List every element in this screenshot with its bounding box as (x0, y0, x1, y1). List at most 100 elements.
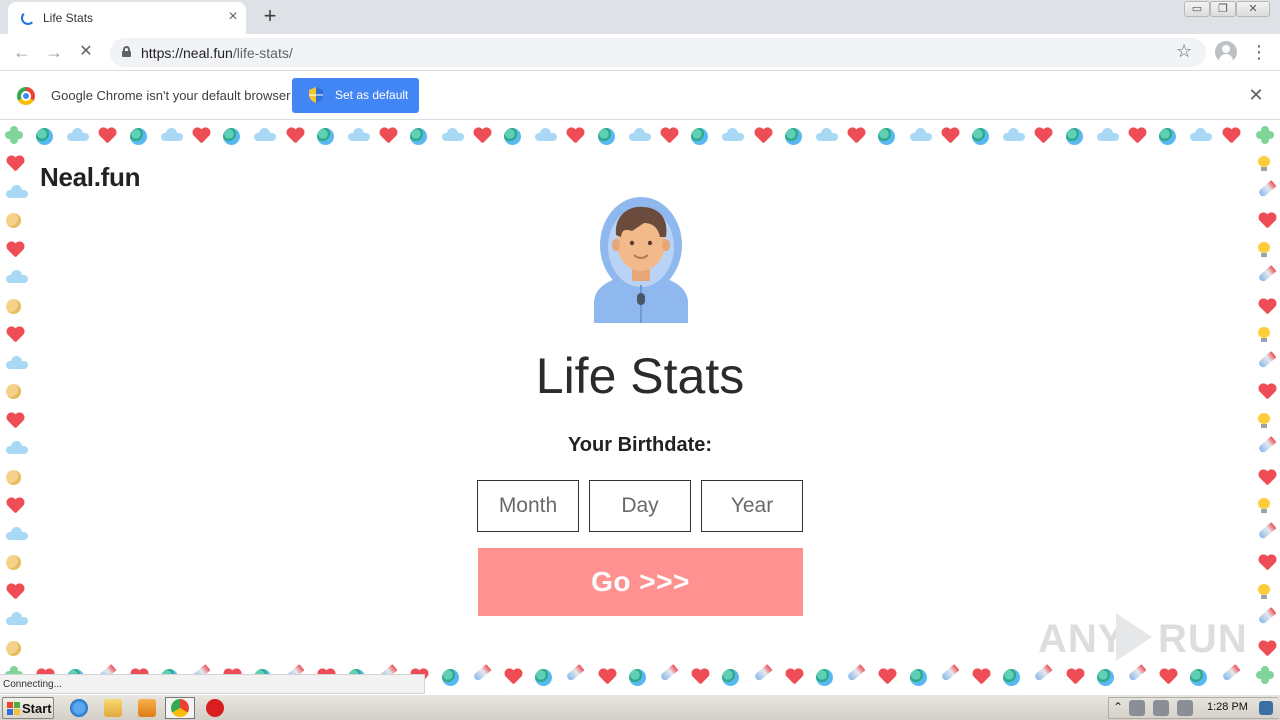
day-input[interactable] (589, 480, 691, 532)
globe-icon (691, 128, 708, 145)
globe-icon (878, 128, 895, 145)
clover-icon (5, 126, 23, 144)
cloud-icon (442, 128, 464, 141)
restore-icon: ❐ (1218, 3, 1228, 15)
globe-icon (1066, 128, 1083, 145)
heart-icon (6, 413, 24, 429)
moon-icon (6, 641, 21, 656)
rocket-icon (472, 664, 492, 682)
heart-icon (1222, 128, 1240, 144)
window-close-button[interactable]: ✕ (1236, 1, 1270, 17)
moon-icon (6, 555, 21, 570)
show-desktop-icon[interactable] (1259, 701, 1273, 715)
cloud-icon (722, 128, 744, 141)
restore-button[interactable]: ❐ (1210, 1, 1236, 17)
year-input[interactable] (701, 480, 803, 532)
lightbulb-icon (1258, 156, 1270, 172)
cloud-icon (161, 128, 183, 141)
tab-title: Life Stats (43, 11, 94, 25)
heart-icon (566, 128, 584, 144)
profile-avatar-icon[interactable] (1215, 41, 1237, 63)
minimize-button[interactable]: ▭ (1184, 1, 1210, 17)
globe-icon (722, 669, 739, 686)
stop-loading-button[interactable]: ✕ (74, 40, 98, 64)
cloud-icon (6, 185, 28, 198)
heart-icon (785, 669, 803, 685)
globe-icon (442, 669, 459, 686)
internet-explorer-icon[interactable] (70, 699, 88, 717)
default-browser-infobar: Google Chrome isn't your default browser… (0, 72, 1280, 120)
rocket-icon (846, 664, 866, 682)
forward-button[interactable]: → (42, 40, 66, 64)
back-button[interactable]: ← (10, 40, 34, 64)
action-center-flag-icon[interactable] (1177, 700, 1193, 716)
heart-icon (1128, 128, 1146, 144)
tray-expand-icon[interactable]: ⌃ (1113, 700, 1123, 714)
heart-icon (1066, 669, 1084, 685)
network-icon[interactable] (1129, 700, 1145, 716)
opera-icon[interactable] (206, 699, 224, 717)
cloud-icon (629, 128, 651, 141)
cloud-icon (1190, 128, 1212, 141)
lightbulb-icon (1258, 327, 1270, 343)
tab-life-stats[interactable]: Life Stats × (8, 2, 246, 34)
cloud-icon (348, 128, 370, 141)
web-page: Neal.fun Life Stats Your Birthdate: Go >… (0, 121, 1280, 694)
infobar-close-icon[interactable]: ✕ (1246, 85, 1266, 105)
url-text[interactable]: https://neal.fun/life-stats/ (141, 45, 293, 61)
cloud-icon (535, 128, 557, 141)
rocket-icon (659, 664, 679, 682)
moon-icon (6, 470, 21, 485)
browser-menu-icon[interactable]: ⋮ (1250, 41, 1268, 63)
globe-icon (910, 669, 927, 686)
heart-icon (379, 128, 397, 144)
taskbar-chrome-button[interactable] (165, 697, 195, 719)
media-player-icon[interactable] (138, 699, 156, 717)
cloud-icon (6, 612, 28, 625)
uac-shield-icon (309, 87, 323, 103)
globe-icon (36, 128, 53, 145)
taskbar-clock: 1:28 PM (1207, 701, 1248, 713)
close-icon: ✕ (1248, 3, 1258, 15)
go-button[interactable]: Go >>> (478, 548, 803, 616)
globe-icon (1190, 669, 1207, 686)
heart-icon (1034, 128, 1052, 144)
chrome-icon (171, 699, 189, 717)
heart-icon (473, 128, 491, 144)
heart-icon (754, 128, 772, 144)
heart-icon (660, 128, 678, 144)
site-logo[interactable]: Neal.fun (40, 162, 140, 193)
play-logo-icon (1116, 613, 1152, 661)
cloud-icon (816, 128, 838, 141)
heart-icon (691, 669, 709, 685)
globe-icon (535, 669, 552, 686)
person-hoodie-icon (594, 197, 688, 323)
volume-icon[interactable] (1153, 700, 1169, 716)
rocket-icon (753, 664, 773, 682)
browser-toolbar: ← → ✕ https://neal.fun/life-stats/ ☆ ⋮ (0, 34, 1280, 71)
start-button[interactable]: Start (2, 697, 54, 719)
lightbulb-icon (1258, 242, 1270, 258)
heart-icon (1258, 213, 1276, 229)
globe-icon (410, 128, 427, 145)
file-explorer-icon[interactable] (104, 699, 122, 717)
set-as-default-button[interactable]: Set as default (292, 78, 419, 113)
tab-close-icon[interactable]: × (224, 8, 242, 26)
heart-icon (6, 327, 24, 343)
bookmark-star-icon[interactable]: ☆ (1176, 41, 1192, 62)
address-bar[interactable]: https://neal.fun/life-stats/ ☆ (110, 38, 1206, 67)
tab-strip: Life Stats × + ▭ ❐ ✕ (0, 0, 1280, 34)
month-input[interactable] (477, 480, 579, 532)
heart-icon (504, 669, 522, 685)
heart-icon (6, 498, 24, 514)
lock-icon[interactable] (122, 46, 131, 57)
new-tab-button[interactable]: + (258, 4, 282, 28)
cloud-icon (67, 128, 89, 141)
heart-icon (598, 669, 616, 685)
page-title: Life Stats (535, 348, 745, 404)
cloud-icon (910, 128, 932, 141)
infobar-message: Google Chrome isn't your default browser (51, 88, 291, 103)
clover-icon (1256, 666, 1274, 684)
cloud-icon (6, 270, 28, 283)
heart-icon (192, 128, 210, 144)
